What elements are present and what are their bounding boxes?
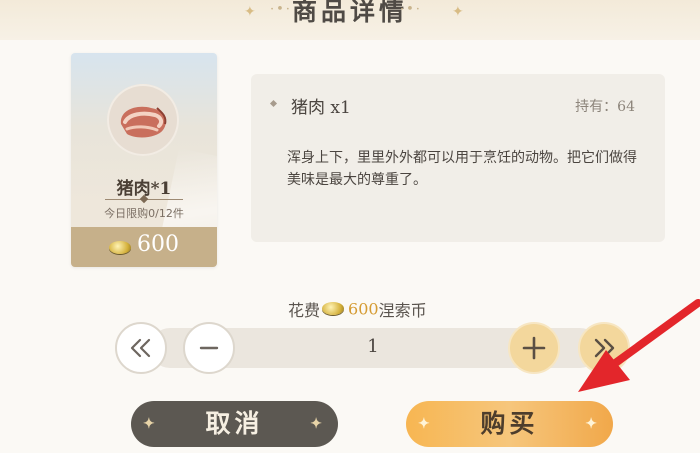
double-chevron-left-icon <box>130 338 151 358</box>
pork-meat-icon <box>107 84 179 156</box>
plus-icon <box>522 336 546 360</box>
coin-icon <box>322 302 345 315</box>
double-chevron-right-icon <box>594 338 615 358</box>
description-text: 浑身上下，里里外外都可以用于烹饪的动物。把它们做得美味是最大的尊重了。 <box>287 150 637 188</box>
max-quantity-button[interactable] <box>578 322 630 374</box>
description-panel: 猪肉 x1 持有：64 浑身上下，里里外外都可以用于烹饪的动物。把它们做得美味是… <box>251 74 665 242</box>
page-title: 商品详情 <box>291 0 408 26</box>
quantity-value[interactable]: 1 <box>323 336 423 357</box>
header-dots-right: ·•· <box>400 2 422 17</box>
cancel-button[interactable]: ✦ 取消 ✦ <box>131 401 338 447</box>
buy-label: 购买 <box>480 409 539 438</box>
header-sparkle-right-icon: ✦ <box>452 4 464 20</box>
item-card: 猪肉*1 今日限购0/12件 600 <box>71 53 217 267</box>
cost-amount: 600 <box>348 299 379 319</box>
held-count: 持有：64 <box>575 99 635 115</box>
cancel-label: 取消 <box>205 409 264 438</box>
cost-coin-wrap <box>322 302 346 316</box>
sparkle-icon: ✦ <box>418 416 434 432</box>
coin-icon <box>109 241 131 254</box>
header-bar: ·•· ✦ 商品详情 ✦ ·•· <box>0 0 700 40</box>
sparkle-icon: ✦ <box>310 416 326 432</box>
description-item-name: 猪肉 x1 <box>291 98 351 118</box>
item-price-bar: 600 <box>71 227 217 267</box>
increase-button[interactable] <box>508 322 560 374</box>
item-price: 600 <box>137 232 179 257</box>
sparkle-icon: ✦ <box>585 416 601 432</box>
minus-icon <box>199 346 219 350</box>
min-quantity-button[interactable] <box>115 322 167 374</box>
decrease-button[interactable] <box>183 322 235 374</box>
purchase-limit: 今日限购0/12件 <box>104 207 184 220</box>
sparkle-icon: ✦ <box>143 416 159 432</box>
cost-currency: 涅索币 <box>378 301 427 320</box>
buy-button[interactable]: ✦ 购买 ✦ <box>406 401 613 447</box>
cost-prefix: 花费 <box>288 301 321 320</box>
bullet-diamond-icon <box>269 99 278 108</box>
cost-line: 花费 600涅索币 <box>288 297 427 321</box>
